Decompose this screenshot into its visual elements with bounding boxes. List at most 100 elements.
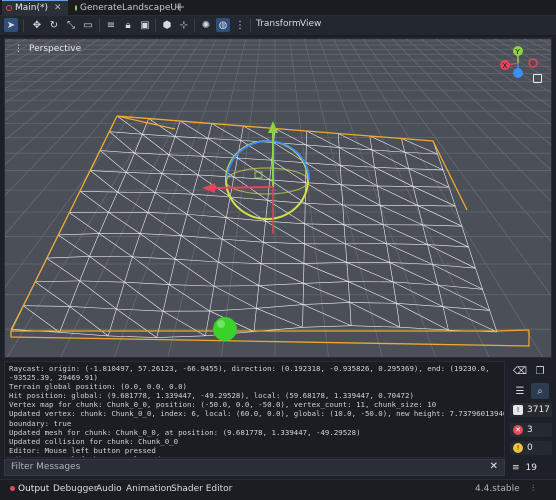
snap-button[interactable]: ⬢ [160,18,174,32]
output-sidebar: ⌫ ❐ ☰ ⌕ ! 3717 ✕ 3 ! 0 [507,361,556,458]
output-lines: Raycast: origin: (-1.810497, 57.26123, -… [9,364,504,458]
view-menu[interactable]: View [300,19,321,29]
output-log[interactable]: Raycast: origin: (-1.810497, 57.26123, -… [4,361,505,458]
log-line: Editor: Mouse left button pressed [9,446,504,455]
log-line: Raycast: origin: (-1.810497, 57.26123, -… [9,364,504,373]
ruler-icon: ▭ [83,20,92,31]
scene-canvas: Y X [5,39,552,358]
perspective-menu[interactable]: ⋮ Perspective [14,44,81,54]
green-sphere [213,317,237,341]
messages-toggle[interactable]: ! 3717 [510,403,552,417]
filter-messages-input[interactable]: Filter Messages ✕ [4,459,505,476]
log-line: Editor: Mouse left button released [9,455,504,458]
terrain-mesh [11,116,497,338]
tab-generate-landscape-ui-label: GenerateLandscapeUI [80,3,180,13]
scene-tab-bar: Main(*) ✕ GenerateLandscapeUI + [0,0,556,16]
selection-box [11,116,529,346]
globe-icon: ◍ [219,20,228,31]
more-options-button[interactable]: ⋮ [233,18,247,32]
add-tab-button[interactable]: + [175,0,185,15]
log-line: Hit position: global: (9.681778, 1.33944… [9,391,504,400]
rotate-mode-button[interactable]: ↻ [47,18,61,32]
tab-main[interactable]: Main(*) ✕ [2,0,68,15]
kebab-icon: ⋮ [14,44,23,54]
3d-viewport[interactable]: Y X ⋮ Perspective [4,38,552,358]
error-icon: ✕ [513,425,523,435]
log-line: Terrain global position: (0.0, 0.0, 0.0) [9,382,504,391]
tab-shader-editor[interactable]: Shader Editor [171,484,232,494]
search-button[interactable]: ⌕ [531,383,549,399]
bottom-panel-tabs: Output Debugger Audio Animation Shader E… [0,479,556,500]
line-count-value: 19 [526,463,537,473]
toolbar-separator [23,19,24,32]
toolbar-separator [99,19,100,32]
line-count: ≡ 19 [507,459,553,476]
fullscreen-icon[interactable] [533,74,542,83]
pivot-icon: ⊹ [180,20,188,31]
warnings-toggle[interactable]: ! 0 [510,441,552,455]
filter-button[interactable]: ☰ [511,383,529,399]
group-button[interactable]: ▣ [138,18,152,32]
pivot-button[interactable]: ⊹ [177,18,191,32]
move-icon: ✥ [33,20,41,31]
log-line: Vertex map for chunk: Chunk_0_0, positio… [9,400,504,409]
info-icon: ! [513,405,523,415]
search-icon: ⌕ [537,386,543,397]
editor-grid [5,39,552,358]
ruler-mode-button[interactable]: ▭ [81,18,95,32]
node3d-icon [6,5,12,11]
version-label: 4.4.stable [475,484,520,494]
tab-audio[interactable]: Audio [96,484,122,494]
message-count: 3717 [527,405,550,415]
move-mode-button[interactable]: ✥ [30,18,44,32]
errors-toggle[interactable]: ✕ 3 [510,423,552,437]
warning-icon: ! [513,443,523,453]
collapse-panel-icon[interactable]: ⫶ [532,484,534,494]
clear-filter-icon[interactable]: ✕ [490,461,498,472]
gizmo-x-label: X [503,62,508,70]
toolbar-separator [155,19,156,32]
warning-count: 0 [527,443,533,453]
log-line: Updated mesh for chunk: Chunk_0_0, at po… [9,428,504,437]
copy-output-button[interactable]: ❐ [531,363,549,379]
tab-generate-landscape-ui[interactable]: GenerateLandscapeUI [71,0,171,15]
filter-placeholder: Filter Messages [11,462,80,472]
list-icon: ≡ [107,20,115,31]
tab-main-label: Main(*) [15,3,48,13]
sun-icon: ✺ [202,20,210,31]
kebab-icon: ⋮ [235,20,245,31]
lines-icon: ≡ [512,463,520,473]
rotate-icon: ↻ [50,20,58,31]
scale-icon: ⤡ [67,20,75,31]
toolbar-separator [250,19,251,32]
group-icon: ▣ [140,20,149,31]
tab-output-label: Output [18,484,49,494]
viewport-toolbar: ➤ ✥ ↻ ⤡ ▭ ≡ 🔒︎ ▣ ⬢ ⊹ ✺ ◍ ⋮ Transform Vie… [0,16,556,36]
transform-menu[interactable]: Transform [256,19,301,29]
toolbar-separator [194,19,195,32]
cube-icon: ⬢ [163,20,172,31]
environment-preview-button[interactable]: ◍ [216,18,230,32]
broom-icon: ⌫ [513,366,527,377]
log-line: Updated vertex: chunk: Chunk_0_0, index:… [9,409,504,418]
tab-output[interactable]: Output [10,484,49,494]
tab-animation[interactable]: Animation [126,484,172,494]
lock-icon: 🔒︎ [125,20,130,31]
list-select-button[interactable]: ≡ [104,18,118,32]
control-node-icon [75,5,77,11]
scale-mode-button[interactable]: ⤡ [64,18,78,32]
lock-button[interactable]: 🔒︎ [121,18,135,32]
copy-icon: ❐ [536,366,545,377]
error-count: 3 [527,425,533,435]
list-filter-icon: ☰ [516,386,525,397]
clear-output-button[interactable]: ⌫ [511,363,529,379]
log-line: -93525.39, 29469.91) [9,373,504,382]
perspective-label: Perspective [29,44,81,54]
sun-preview-button[interactable]: ✺ [199,18,213,32]
close-icon[interactable]: ✕ [54,3,62,13]
log-line: Updated collision for chunk: Chunk_0_0 [9,437,504,446]
cursor-icon: ➤ [7,20,15,31]
select-mode-button[interactable]: ➤ [4,18,18,32]
gizmo-y-label: Y [515,48,521,56]
tab-debugger[interactable]: Debugger [53,484,98,494]
